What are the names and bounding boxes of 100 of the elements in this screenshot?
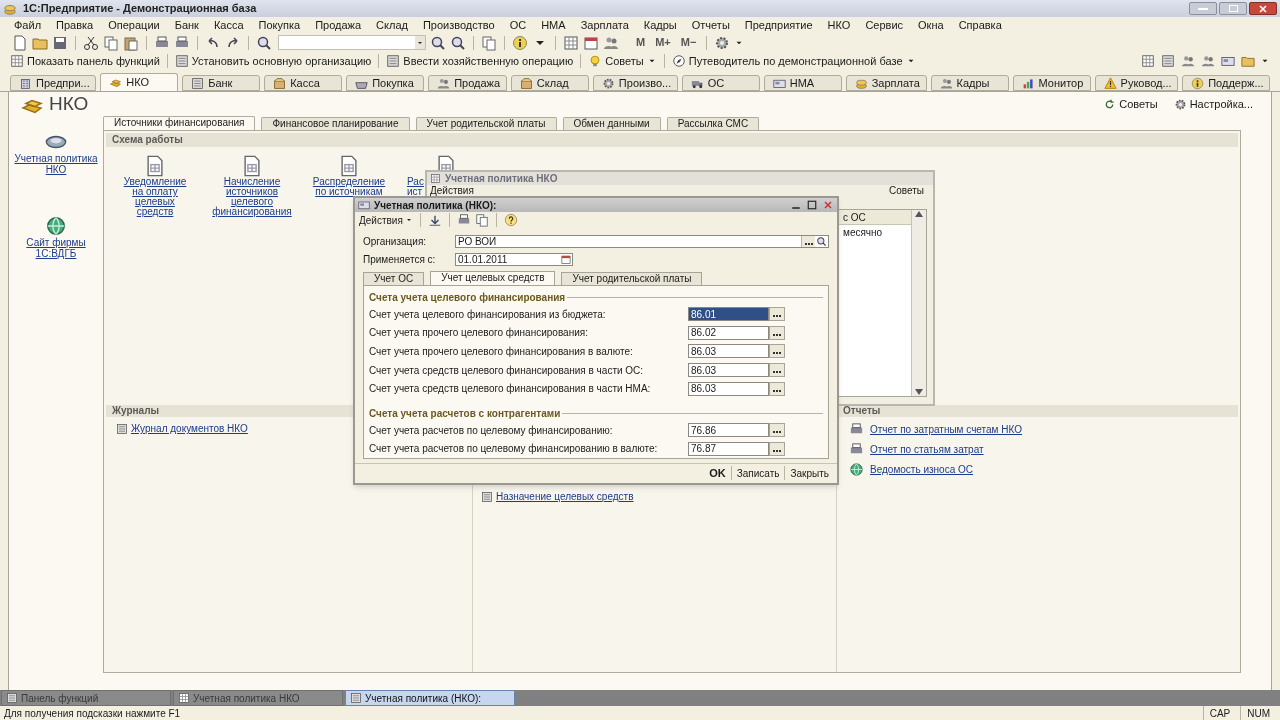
- minimize-button[interactable]: [1189, 2, 1217, 15]
- panel-link[interactable]: Настройка...: [1173, 96, 1253, 113]
- tab[interactable]: Финансовое планирование: [261, 117, 410, 130]
- section-tab[interactable]: Монитор: [1012, 75, 1091, 91]
- section-tab[interactable]: Предпри...: [10, 75, 97, 91]
- tab[interactable]: Учет целевых средств: [430, 271, 556, 285]
- menu-item[interactable]: НКО: [827, 16, 851, 34]
- menu-item[interactable]: Окна: [918, 16, 944, 34]
- report-link[interactable]: Ведомость износа ОС: [870, 462, 973, 477]
- section-tab[interactable]: Покупка: [346, 75, 425, 91]
- journal-link[interactable]: Журнал документов НКО: [131, 421, 248, 436]
- scroll-down-icon[interactable]: [915, 389, 923, 395]
- menu-item[interactable]: Производство: [422, 16, 495, 34]
- toolbar-button[interactable]: Установить основную организацию: [174, 52, 372, 70]
- menu-item[interactable]: Сервис: [865, 16, 904, 34]
- ledger-icon[interactable]: [1160, 54, 1176, 68]
- section-tab[interactable]: ОС: [681, 75, 760, 91]
- dialog-button[interactable]: Записать: [734, 465, 782, 481]
- memory-button[interactable]: M+: [652, 34, 674, 51]
- menu-item[interactable]: Зарплата: [580, 16, 629, 34]
- save-icon[interactable]: [52, 34, 68, 51]
- section-tab[interactable]: НМА: [763, 75, 842, 91]
- select-button[interactable]: [769, 441, 785, 456]
- section-tab[interactable]: Поддерж...: [1182, 75, 1270, 91]
- copy-icon[interactable]: [103, 34, 119, 51]
- dialog-button[interactable]: OK: [707, 464, 728, 482]
- section-tab[interactable]: Руковод...: [1094, 75, 1179, 91]
- close-button[interactable]: [1249, 2, 1277, 15]
- select-button[interactable]: [769, 381, 785, 396]
- cut-icon[interactable]: [83, 34, 99, 51]
- new-document-icon[interactable]: [12, 34, 28, 51]
- tab[interactable]: Учет родительской платы: [415, 117, 557, 130]
- account-field[interactable]: 86.03: [688, 344, 769, 359]
- windows-icon[interactable]: [481, 34, 497, 51]
- scrollbar[interactable]: [911, 210, 926, 396]
- toolbar-button[interactable]: Показать панель функций: [10, 52, 160, 70]
- find-prev-icon[interactable]: [450, 34, 466, 51]
- select-button[interactable]: [769, 423, 785, 438]
- scheme-link[interactable]: Распределение по источникам: [312, 177, 386, 197]
- menu-item[interactable]: Касса: [213, 16, 244, 34]
- document-link[interactable]: Назначение целевых средств: [496, 489, 634, 504]
- table-icon[interactable]: [563, 34, 579, 51]
- menu-item[interactable]: Банк: [174, 16, 199, 34]
- tab[interactable]: Учет родительской платы: [561, 272, 703, 285]
- menu-item[interactable]: Операции: [108, 16, 160, 34]
- tab[interactable]: Учет ОС: [363, 272, 425, 285]
- people-icon[interactable]: [1180, 54, 1196, 68]
- calendar-icon[interactable]: [560, 253, 572, 265]
- close-icon[interactable]: [822, 199, 834, 211]
- menu-item[interactable]: Предприятие: [744, 16, 813, 34]
- help-icon[interactable]: [503, 213, 518, 227]
- tips-button[interactable]: Советы: [889, 185, 924, 196]
- tab[interactable]: Рассылка СМС: [666, 117, 760, 130]
- account-field[interactable]: 76.86: [688, 423, 769, 438]
- scheme-link[interactable]: Начисление источников целевого финансирования: [212, 177, 292, 217]
- menu-item[interactable]: Справка: [958, 16, 1002, 34]
- memory-button[interactable]: M−: [677, 34, 700, 51]
- toolbar-button[interactable]: Ввести хозяйственную операцию: [386, 52, 574, 70]
- account-field[interactable]: 86.02: [688, 325, 769, 340]
- paste-icon[interactable]: [123, 34, 139, 51]
- menu-item[interactable]: Склад: [376, 16, 408, 34]
- table-icon[interactable]: [1140, 54, 1156, 68]
- dialog-button[interactable]: Закрыть: [788, 465, 831, 481]
- calendar-icon[interactable]: [583, 34, 599, 51]
- report-link[interactable]: Отчет по затратным счетам НКО: [870, 422, 1022, 437]
- panel-link[interactable]: Советы: [1103, 96, 1158, 113]
- organization-field[interactable]: РО ВОИ: [455, 234, 829, 248]
- menu-item[interactable]: Правка: [56, 16, 94, 34]
- toolbar-button[interactable]: Путеводитель по демонстрационной базе: [671, 52, 916, 70]
- taskbar-button[interactable]: Учетная политика (НКО):: [345, 690, 515, 706]
- info-icon[interactable]: [512, 34, 528, 51]
- menu-item[interactable]: Покупка: [258, 16, 301, 34]
- scroll-up-icon[interactable]: [915, 211, 923, 217]
- section-tab[interactable]: Склад: [510, 75, 589, 91]
- card-icon[interactable]: [1220, 54, 1236, 68]
- maximize-icon[interactable]: [806, 199, 818, 211]
- print-icon[interactable]: [456, 213, 471, 227]
- sidebar-link[interactable]: Сайт фирмы 1С:ВДГБ: [11, 237, 101, 259]
- search-icon[interactable]: [256, 34, 272, 51]
- account-field[interactable]: 86.01: [688, 307, 769, 322]
- section-tab[interactable]: Банк: [182, 75, 261, 91]
- toolbar-button[interactable]: Советы: [588, 52, 657, 70]
- save-to-list-icon[interactable]: [427, 213, 442, 227]
- column-header[interactable]: с ОС: [839, 210, 911, 225]
- actions-menu[interactable]: Действия: [359, 212, 413, 228]
- account-field[interactable]: 86.03: [688, 381, 769, 396]
- menu-item[interactable]: Отчеты: [691, 16, 730, 34]
- section-tab[interactable]: Продажа: [428, 75, 507, 91]
- people-icon[interactable]: [1200, 54, 1216, 68]
- find-next-icon[interactable]: [430, 34, 446, 51]
- menu-item[interactable]: Продажа: [315, 16, 362, 34]
- memory-button[interactable]: M: [633, 34, 649, 51]
- menu-item[interactable]: НМА: [541, 16, 566, 34]
- menu-item[interactable]: Кадры: [643, 16, 677, 34]
- folder-icon[interactable]: [1240, 54, 1256, 68]
- select-button[interactable]: [769, 344, 785, 359]
- select-button[interactable]: [769, 325, 785, 340]
- section-tab[interactable]: НКО: [100, 73, 179, 91]
- section-tab[interactable]: Касса: [264, 75, 343, 91]
- search-icon[interactable]: [815, 235, 828, 247]
